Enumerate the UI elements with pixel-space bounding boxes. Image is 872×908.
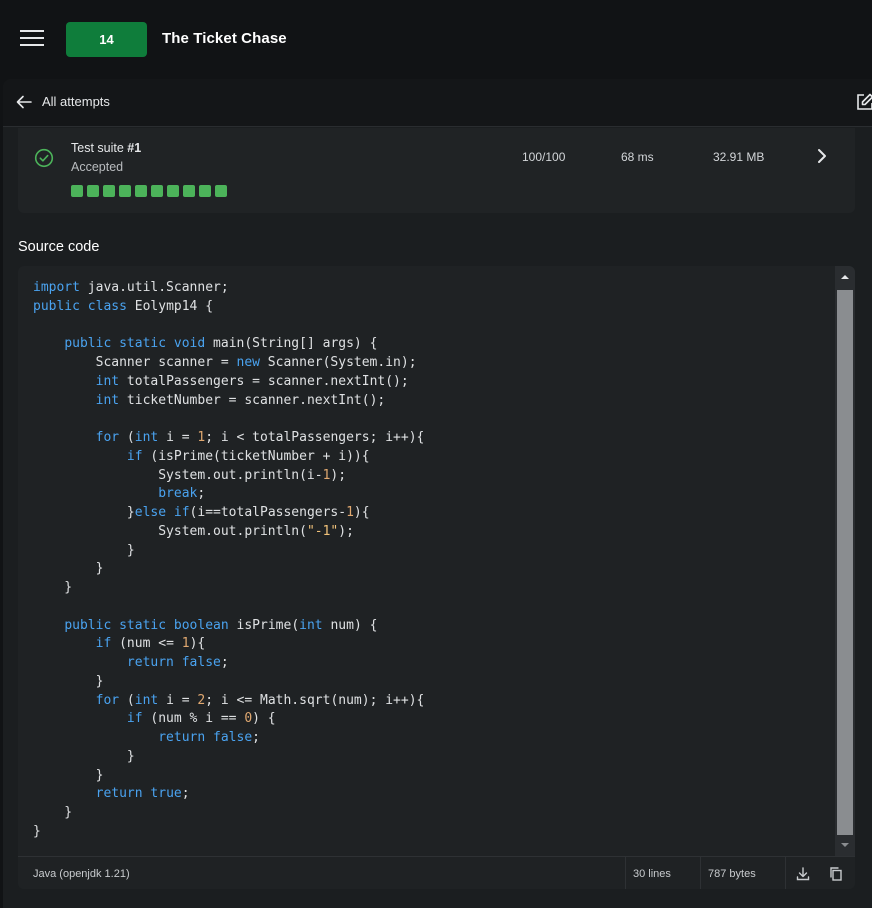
panel-header: All attempts — [3, 79, 872, 127]
test-result-square[interactable] — [119, 185, 131, 197]
source-code[interactable]: import java.util.Scanner; public class E… — [33, 279, 424, 842]
test-result-square[interactable] — [151, 185, 163, 197]
top-app-bar: 14 The Ticket Chase — [0, 0, 872, 80]
line-count: 30 lines — [633, 868, 671, 880]
test-suite-memory: 32.91 MB — [713, 150, 765, 164]
hamburger-menu-icon[interactable] — [20, 28, 46, 50]
scrollbar[interactable] — [835, 266, 855, 856]
chevron-right-icon[interactable] — [815, 147, 829, 165]
scroll-up-icon[interactable] — [838, 270, 852, 284]
test-result-square[interactable] — [71, 185, 83, 197]
test-results-row — [71, 185, 227, 197]
download-icon[interactable] — [795, 866, 811, 882]
copy-icon[interactable] — [828, 866, 844, 882]
test-suite-status: Accepted — [71, 160, 124, 174]
arrow-left-icon[interactable] — [15, 93, 33, 111]
test-result-square[interactable] — [215, 185, 227, 197]
test-suite-time: 68 ms — [621, 150, 654, 164]
test-result-square[interactable] — [199, 185, 211, 197]
check-circle-icon — [34, 148, 54, 168]
test-result-square[interactable] — [167, 185, 179, 197]
code-viewer: import java.util.Scanner; public class E… — [18, 266, 855, 889]
edit-icon[interactable] — [855, 92, 872, 112]
problem-title[interactable]: The Ticket Chase — [162, 30, 287, 47]
problem-number-badge[interactable]: 14 — [66, 22, 147, 57]
all-attempts-link[interactable]: All attempts — [42, 94, 110, 109]
divider — [785, 857, 786, 889]
code-scroll-area[interactable]: import java.util.Scanner; public class E… — [18, 266, 834, 856]
test-result-square[interactable] — [135, 185, 147, 197]
test-suite-score: 100/100 — [522, 150, 566, 164]
test-result-square[interactable] — [183, 185, 195, 197]
language-label: Java (openjdk 1.21) — [33, 868, 130, 880]
test-result-square[interactable] — [103, 185, 115, 197]
test-result-square[interactable] — [87, 185, 99, 197]
divider — [625, 857, 626, 889]
byte-count: 787 bytes — [708, 868, 756, 880]
source-code-heading: Source code — [18, 239, 100, 255]
code-footer: Java (openjdk 1.21) 30 lines 787 bytes — [18, 856, 855, 889]
scroll-down-icon[interactable] — [838, 838, 852, 852]
test-suite-card[interactable]: Test suite #1 Accepted 100/100 68 ms 32.… — [18, 128, 855, 213]
scroll-thumb[interactable] — [837, 290, 853, 835]
submission-panel: All attempts Test suite #1 Accepted 100/… — [3, 79, 872, 908]
test-suite-title: Test suite #1 — [71, 141, 142, 155]
divider — [700, 857, 701, 889]
